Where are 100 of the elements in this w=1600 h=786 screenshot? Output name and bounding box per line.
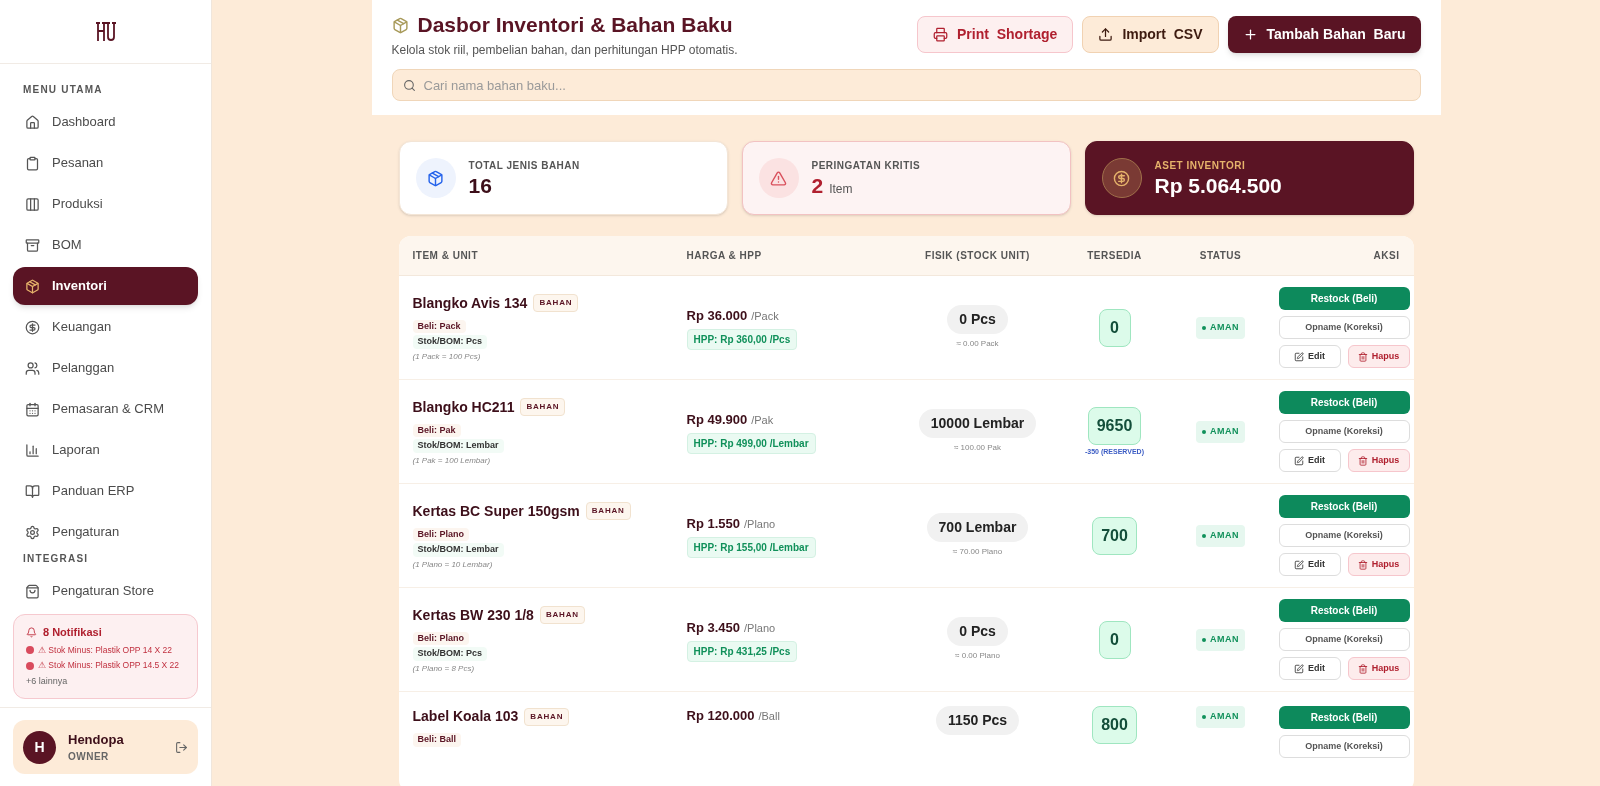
sidebar-item[interactable]: Pengaturan — [13, 513, 198, 551]
more-notifications: +6 lainnya — [26, 675, 69, 688]
stat-label: PERINGATAN KRITIS — [811, 158, 921, 173]
edit-button[interactable]: Edit — [1278, 345, 1341, 369]
buy-unit: Beli: Plano — [412, 527, 469, 542]
settings-icon — [25, 524, 40, 540]
restock-button[interactable]: Restock (Beli) — [1278, 706, 1410, 730]
sidebar-item[interactable]: Laporan — [13, 431, 198, 469]
price-unit: /Pack — [751, 309, 779, 324]
column-header: ITEM & UNIT — [412, 249, 479, 264]
restock-button[interactable]: Restock (Beli) — [1278, 599, 1410, 623]
delete-button[interactable]: Hapus — [1347, 657, 1410, 681]
home-icon — [25, 114, 40, 130]
page-title: Dasbor Inventori & Bahan Baku — [417, 12, 733, 38]
archive-icon — [25, 237, 40, 253]
opname-button[interactable]: Opname (Koreksi) — [1278, 735, 1410, 759]
user-role: OWNER — [68, 750, 110, 765]
opname-button[interactable]: Opname (Koreksi) — [1278, 316, 1410, 340]
clipboard-icon — [25, 155, 40, 171]
sidebar-item[interactable]: Dashboard — [13, 103, 198, 141]
add-button[interactable]: Tambah Bahan Baru — [1227, 16, 1421, 53]
sidebar-item[interactable]: Pemasaran & CRM — [13, 390, 198, 428]
unit-conversion: (1 Pack = 100 Pcs) — [412, 350, 481, 363]
edit-button[interactable]: Edit — [1278, 449, 1341, 473]
status-badge: AMAN — [1196, 525, 1245, 547]
item-name: Kertas BW 230 1/8 — [412, 605, 534, 625]
hpp-badge: HPP: Rp 360,00 /Pcs — [686, 328, 798, 350]
sidebar-item[interactable]: Pengaturan Store — [13, 572, 198, 610]
delete-button[interactable]: Hapus — [1347, 345, 1410, 369]
price: Rp 3.450 — [686, 619, 740, 637]
item-name: Blangko HC211 — [412, 397, 515, 417]
warning-icon — [770, 169, 787, 187]
calendar-icon — [25, 401, 40, 417]
hpp-badge: HPP: Rp 155,00 /Lembar — [686, 536, 816, 558]
opname-button[interactable]: Opname (Koreksi) — [1278, 628, 1410, 652]
physical-stock: 1150 Pcs — [935, 706, 1020, 736]
unit-conversion: (1 Plano = 8 Pcs) — [412, 662, 475, 675]
column-header: TERSEDIA — [1086, 249, 1143, 264]
edit-button[interactable]: Edit — [1278, 657, 1341, 681]
stat-value: 2 — [811, 172, 824, 199]
plus-icon — [1242, 27, 1258, 42]
available-stock: 700 — [1092, 516, 1137, 555]
sidebar-item[interactable]: Pelanggan — [13, 349, 198, 387]
sidebar-item[interactable]: Pesanan — [13, 144, 198, 182]
hpp-badge: HPP: Rp 499,00 /Lembar — [686, 432, 816, 454]
search-field[interactable]: Cari nama bahan baku... — [391, 69, 1421, 102]
unit-conversion: (1 Pak = 100 Lembar) — [412, 454, 491, 467]
buy-unit: Beli: Ball — [412, 733, 461, 747]
status-badge: AMAN — [1196, 317, 1245, 339]
physical-stock: 0 Pcs — [947, 305, 1008, 335]
print-button[interactable]: Print Shortage — [917, 16, 1074, 53]
dollar-icon — [25, 319, 40, 335]
physical-stock: 10000 Lembar — [918, 409, 1037, 439]
item-tag: BAHAN — [539, 606, 585, 625]
logo-icon — [94, 20, 117, 43]
section-heading: INTEGRASI — [22, 552, 90, 566]
price: Rp 49.900 — [686, 411, 748, 429]
columns-icon — [25, 196, 40, 212]
trash-icon — [1357, 559, 1368, 570]
restock-button[interactable]: Restock (Beli) — [1278, 391, 1410, 415]
stock-approx: ≈ 70.00 Plano — [952, 546, 1003, 559]
stat-label: TOTAL JENIS BAHAN — [468, 158, 580, 173]
import-button[interactable]: Import CSV — [1082, 16, 1219, 53]
user-card[interactable]: H Hendopa OWNER — [13, 720, 198, 774]
restock-button[interactable]: Restock (Beli) — [1278, 287, 1410, 311]
edit-button[interactable]: Edit — [1278, 553, 1341, 577]
stat-label: ASET INVENTORI — [1154, 158, 1247, 173]
sidebar-item[interactable]: Keuangan — [13, 308, 198, 346]
delete-button[interactable]: Hapus — [1347, 553, 1410, 577]
opname-button[interactable]: Opname (Koreksi) — [1278, 420, 1410, 444]
sidebar-item[interactable]: Produksi — [13, 185, 198, 223]
price-unit: /Plano — [744, 621, 776, 636]
item-tag: BAHAN — [585, 502, 631, 521]
available-stock: 800 — [1092, 706, 1137, 745]
trash-icon — [1357, 663, 1368, 674]
notification-title: 8 Notifikasi — [43, 625, 102, 640]
unit-conversion: (1 Plano = 10 Lembar) — [412, 558, 493, 571]
restock-button[interactable]: Restock (Beli) — [1278, 495, 1410, 519]
upload-icon — [1098, 27, 1114, 42]
sidebar-item[interactable]: Panduan ERP — [13, 472, 198, 510]
box-icon — [391, 16, 409, 34]
delete-button[interactable]: Hapus — [1347, 449, 1410, 473]
logout-icon[interactable] — [175, 740, 188, 754]
item-name: Label Koala 103 — [412, 707, 519, 727]
box-icon — [25, 278, 40, 294]
stat-unit: Item — [829, 180, 853, 198]
item-tag: BAHAN — [520, 398, 566, 417]
printer-icon — [933, 27, 948, 42]
trash-icon — [1357, 455, 1368, 466]
stock-unit: Stok/BOM: Pcs — [412, 647, 487, 661]
available-stock: 0 — [1098, 308, 1131, 347]
item-tag: BAHAN — [533, 294, 579, 313]
book-icon — [25, 483, 40, 499]
stat-value: Rp 5.064.500 — [1154, 172, 1282, 199]
stock-unit: Stok/BOM: Pcs — [412, 335, 487, 349]
sidebar-item[interactable]: Inventori — [13, 267, 198, 305]
available-stock: 9650 — [1087, 406, 1142, 445]
opname-button[interactable]: Opname (Koreksi) — [1278, 524, 1410, 548]
sidebar-item[interactable]: BOM — [13, 226, 198, 264]
users-icon — [25, 360, 40, 376]
